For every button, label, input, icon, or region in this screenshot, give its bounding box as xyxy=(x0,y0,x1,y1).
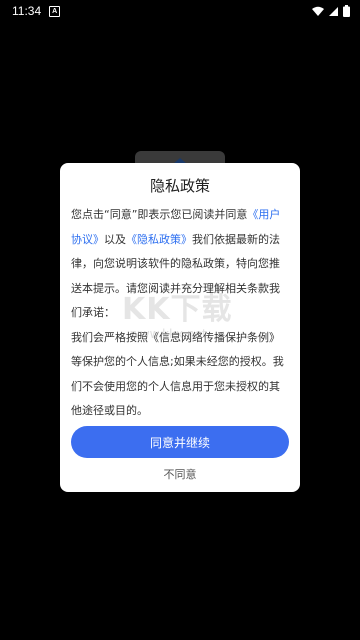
status-time: 11:34 xyxy=(12,4,42,18)
status-right xyxy=(312,5,350,17)
status-bar: 11:34 A xyxy=(0,0,360,22)
privacy-dialog: 隐私政策 您点击“同意”即表示您已阅读并同意《用户协议》以及《隐私政策》我们依据… xyxy=(60,163,300,492)
agree-continue-button[interactable]: 同意并继续 xyxy=(71,426,289,458)
policy-paragraph-2: 我们会严格按照《信息网络传播保护条例》等保护您的个人信息;如果未经您的授权。我们… xyxy=(71,326,289,424)
notification-a-icon: A xyxy=(49,5,61,17)
dialog-title: 隐私政策 xyxy=(149,177,210,195)
status-left: 11:34 A xyxy=(12,4,61,18)
paragraph2-text-b: 等保护您的个人信息;如果未经您的授权。我们不会使用您的个人信息用于您未授权的其他… xyxy=(71,355,284,417)
law-reference: 《信息网络传播保护条例》 xyxy=(148,330,280,344)
decline-button[interactable]: 不同意 xyxy=(60,465,300,485)
policy-paragraph-1: 您点击“同意”即表示您已阅读并同意《用户协议》以及《隐私政策》我们依据最新的法律… xyxy=(71,203,289,326)
wifi-icon xyxy=(312,6,324,16)
privacy-policy-link[interactable]: 《隐私政策》 xyxy=(126,233,192,246)
dialog-body: 您点击“同意”即表示您已阅读并同意《用户协议》以及《隐私政策》我们依据最新的法律… xyxy=(71,203,289,424)
signal-icon xyxy=(329,6,338,16)
paragraph1-text-b: 以及 xyxy=(104,232,126,246)
paragraph1-text-a: 您点击“同意”即表示您已阅读并同意 xyxy=(71,208,248,221)
paragraph2-text-a: 我们会严格按照 xyxy=(71,330,148,344)
app-screen: 11:34 A 隐私政策 您点击“同意”即表示您已阅读并同意《用户协议》以及《隐… xyxy=(0,0,360,640)
battery-icon xyxy=(343,5,350,17)
